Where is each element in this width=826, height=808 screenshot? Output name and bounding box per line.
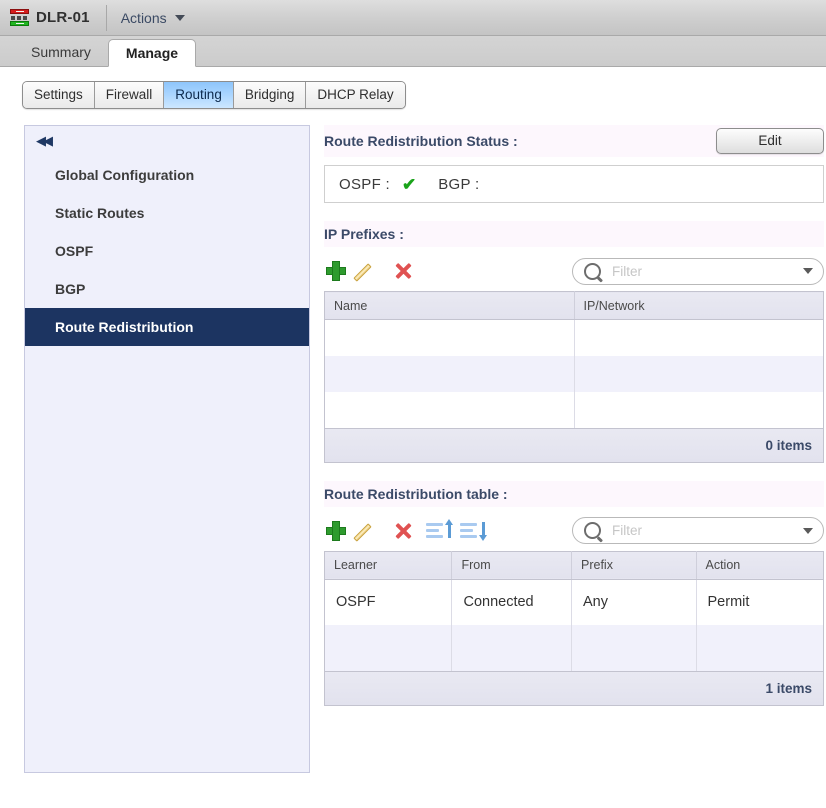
ospf-status-label: OSPF :	[339, 175, 390, 193]
table-row[interactable]: OSPF Connected Any Permit	[325, 579, 823, 625]
sidebar-item-global-configuration[interactable]: Global Configuration	[25, 156, 309, 194]
table-row[interactable]	[325, 391, 823, 428]
status-section-header: Route Redistribution Status : Edit	[324, 125, 824, 157]
redistribution-item-count: 1 items	[325, 671, 823, 705]
ip-prefixes-table: Name IP/Network	[325, 291, 823, 428]
sidebar-item-ospf[interactable]: OSPF	[25, 232, 309, 270]
cell-from: Connected	[451, 579, 572, 625]
tab-summary[interactable]: Summary	[14, 39, 108, 66]
edit-button[interactable]: Edit	[716, 128, 824, 154]
column-header-prefix[interactable]: Prefix	[571, 550, 697, 580]
sub-tab-firewall[interactable]: Firewall	[94, 82, 165, 108]
redistribution-grid: Learner From Prefix Action OSPF Connecte…	[324, 550, 824, 706]
add-icon[interactable]	[324, 260, 350, 282]
redistribution-table-toolbar	[324, 511, 824, 551]
sub-tab-routing[interactable]: Routing	[164, 82, 234, 108]
double-chevron-left-icon[interactable]: ◀◀	[36, 135, 53, 148]
column-header-action[interactable]: Action	[696, 550, 823, 580]
sub-tab-settings[interactable]: Settings	[23, 82, 95, 108]
redistribution-table-section: Route Redistribution table : Filter Lear…	[324, 480, 824, 706]
ip-prefixes-section: IP Prefixes : Filter Name IP/Network 0 i…	[324, 221, 824, 463]
header-divider	[105, 4, 107, 31]
cell-action: Permit	[696, 579, 823, 625]
move-up-icon[interactable]	[426, 518, 453, 542]
add-icon[interactable]	[324, 520, 350, 542]
router-device-icon	[10, 9, 29, 26]
bgp-status-label: BGP :	[438, 175, 480, 193]
object-title: DLR-01	[36, 9, 90, 26]
move-down-icon[interactable]	[460, 520, 487, 542]
route-redistribution-panel: Route Redistribution Status : Edit OSPF …	[324, 125, 824, 773]
edit-pencil-icon[interactable]	[358, 260, 384, 282]
main-tab-bar: Summary Manage	[0, 36, 826, 67]
sidebar-collapse-row: ◀◀	[25, 126, 309, 156]
table-header-row: Name IP/Network	[325, 291, 823, 320]
sidebar-item-static-routes[interactable]: Static Routes	[25, 194, 309, 232]
redistribution-table: Learner From Prefix Action OSPF Connecte…	[325, 550, 823, 671]
routing-sub-tab-bar: Settings Firewall Routing Bridging DHCP …	[22, 81, 406, 109]
search-icon	[584, 262, 601, 280]
sidebar-item-bgp[interactable]: BGP	[25, 270, 309, 308]
routing-sidebar: ◀◀ Global Configuration Static Routes OS…	[24, 125, 310, 773]
chevron-down-icon[interactable]	[803, 268, 813, 274]
redistribution-table-title: Route Redistribution table :	[324, 485, 508, 502]
ip-prefixes-toolbar	[324, 251, 824, 291]
sidebar-item-route-redistribution[interactable]: Route Redistribution	[25, 308, 309, 346]
table-row[interactable]	[325, 355, 823, 392]
body-columns: ◀◀ Global Configuration Static Routes OS…	[0, 125, 826, 773]
sub-tab-bridging[interactable]: Bridging	[233, 82, 307, 108]
redistribution-table-section-header: Route Redistribution table :	[324, 480, 824, 507]
sub-tab-dhcp-relay[interactable]: DHCP Relay	[306, 82, 405, 108]
edit-pencil-icon[interactable]	[358, 520, 384, 542]
object-header-bar: DLR-01 Actions	[0, 0, 826, 36]
column-header-from[interactable]: From	[451, 550, 572, 580]
actions-menu-label: Actions	[120, 9, 167, 26]
green-check-icon: ✔	[401, 174, 417, 194]
search-icon	[584, 522, 601, 539]
ip-prefixes-filter[interactable]	[572, 257, 824, 285]
redistribution-status-box: OSPF : ✔ BGP :	[324, 165, 824, 203]
chevron-down-icon[interactable]	[803, 527, 813, 534]
column-header-ip-network[interactable]: IP/Network	[574, 291, 823, 320]
table-header-row: Learner From Prefix Action	[325, 550, 823, 580]
table-row[interactable]	[325, 625, 823, 671]
redistribution-table-filter-input[interactable]	[610, 522, 797, 539]
chevron-down-icon	[174, 14, 185, 21]
ip-prefixes-item-count: 0 items	[325, 427, 823, 462]
ip-prefixes-grid: Name IP/Network 0 items	[324, 291, 824, 463]
ip-prefixes-section-header: IP Prefixes :	[324, 221, 824, 247]
cell-learner: OSPF	[325, 579, 453, 625]
delete-x-icon[interactable]	[392, 520, 418, 542]
ip-prefixes-title: IP Prefixes :	[324, 226, 404, 242]
status-section-title: Route Redistribution Status :	[324, 133, 518, 149]
delete-x-icon[interactable]	[392, 260, 418, 282]
column-header-name[interactable]: Name	[325, 291, 575, 320]
redistribution-table-filter[interactable]	[572, 517, 824, 544]
actions-menu-button[interactable]: Actions	[121, 10, 185, 26]
tab-manage[interactable]: Manage	[107, 39, 197, 67]
column-header-learner[interactable]: Learner	[325, 550, 453, 580]
ip-prefixes-filter-input[interactable]	[610, 262, 797, 280]
table-row[interactable]	[325, 319, 823, 356]
content-area: Settings Firewall Routing Bridging DHCP …	[0, 67, 826, 807]
cell-prefix: Any	[571, 579, 697, 625]
